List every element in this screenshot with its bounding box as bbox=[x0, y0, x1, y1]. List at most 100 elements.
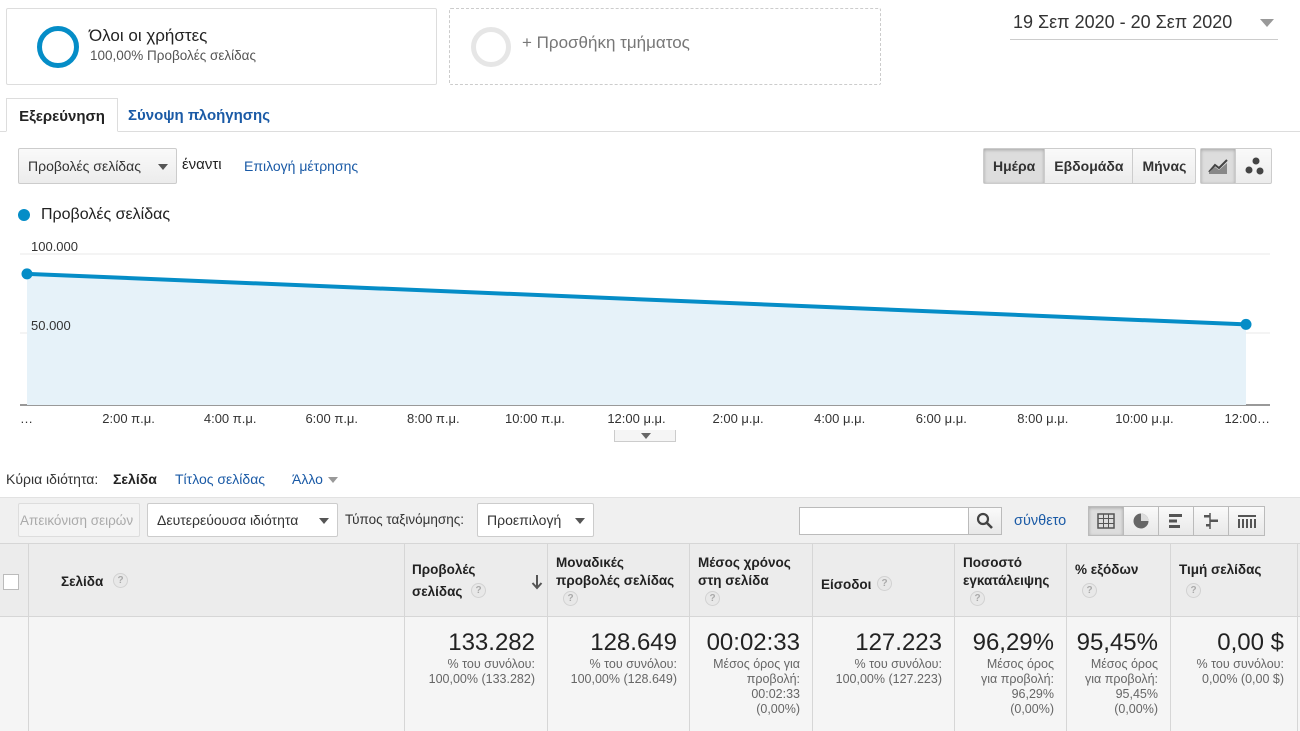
chevron-down-icon bbox=[575, 518, 585, 524]
secondary-dimension-label: Δευτερεύουσα ιδιότητα bbox=[157, 512, 299, 528]
chart-type-group bbox=[1200, 148, 1272, 184]
table-search-input[interactable] bbox=[799, 507, 969, 535]
chevron-down-icon bbox=[158, 164, 168, 170]
segment-subtitle: 100,00% Προβολές σελίδας bbox=[90, 48, 256, 63]
help-icon[interactable]: ? bbox=[471, 583, 486, 598]
column-header-entrances[interactable]: Είσοδοι bbox=[821, 576, 871, 594]
column-header-exit[interactable]: % εξόδων bbox=[1075, 561, 1138, 579]
date-range-picker[interactable]: 19 Σεπ 2020 - 20 Σεπ 2020 bbox=[1013, 12, 1232, 33]
total-bounce-sub2: για προβολή: bbox=[981, 672, 1054, 686]
help-icon[interactable]: ? bbox=[705, 591, 720, 606]
total-bounce-sub1: Μέσος όρος bbox=[986, 657, 1054, 671]
total-exit-sub3: 95,45% bbox=[1115, 687, 1158, 701]
x-tick-label: 2:00 π.μ. bbox=[102, 411, 155, 426]
advanced-filter-link[interactable]: σύνθετο bbox=[1014, 513, 1066, 529]
x-tick-label: … bbox=[20, 411, 33, 426]
col-divider bbox=[547, 543, 548, 731]
total-pageviews-sub2: 100,00% (133.282) bbox=[428, 672, 535, 686]
total-page-value: 0,00 $ bbox=[1217, 629, 1284, 656]
tab-explorer[interactable]: Εξερεύνηση bbox=[6, 98, 118, 132]
sort-descending-icon[interactable] bbox=[531, 574, 543, 590]
x-tick-label: 6:00 μ.μ. bbox=[916, 411, 967, 426]
week-button[interactable]: Εβδομάδα bbox=[1045, 149, 1134, 183]
chevron-down-icon bbox=[328, 477, 338, 483]
series-area-fill bbox=[27, 273, 1246, 405]
primary-dimension-page[interactable]: Σελίδα bbox=[113, 471, 157, 487]
plot-rows-button[interactable]: Απεικόνιση σειρών bbox=[18, 503, 140, 537]
secondary-dimension-select[interactable]: Δευτερεύουσα ιδιότητα bbox=[147, 503, 338, 537]
y-tick-label: 100.000 bbox=[31, 239, 78, 254]
total-pageviews-sub: % του συνόλου: 100,00% (133.282) bbox=[429, 657, 535, 687]
segment-color-ring bbox=[37, 26, 79, 68]
help-icon[interactable]: ? bbox=[877, 576, 892, 591]
help-icon[interactable]: ? bbox=[1082, 583, 1097, 598]
total-avg-time-sub1: Μέσος όρος για bbox=[713, 657, 800, 671]
primary-dimension-page-title[interactable]: Τίτλος σελίδας bbox=[175, 471, 265, 487]
sort-type-label: Τύπος ταξινόμησης: bbox=[345, 512, 464, 527]
segment-all-users-card[interactable]: Όλοι οι χρήστες 100,00% Προβολές σελίδας bbox=[6, 8, 437, 85]
column-header-bounce-rate[interactable]: Ποσοστό εγκατάλειψης bbox=[963, 554, 1049, 590]
column-header-pageviews[interactable]: Προβολές σελίδας bbox=[412, 561, 475, 601]
tab-navigation-summary[interactable]: Σύνοψη πλοήγησης bbox=[128, 98, 270, 132]
total-unique-pageviews: 128.649 bbox=[590, 629, 677, 656]
data-point bbox=[1240, 318, 1252, 330]
col-divider bbox=[1066, 543, 1067, 731]
column-header-pageviews-line2: σελίδας bbox=[412, 584, 463, 599]
help-icon[interactable]: ? bbox=[563, 591, 578, 606]
col-divider bbox=[404, 543, 405, 731]
chart-collapse-toggle[interactable] bbox=[614, 430, 676, 442]
total-exit-sub2: για προβολή: bbox=[1085, 672, 1158, 686]
performance-view-icon[interactable] bbox=[1159, 507, 1194, 535]
pie-view-icon[interactable] bbox=[1124, 507, 1159, 535]
column-header-avg-time[interactable]: Μέσος χρόνος στη σελίδα bbox=[698, 554, 791, 590]
help-icon[interactable]: ? bbox=[113, 573, 128, 588]
total-unique-sub: % του συνόλου: 100,00% (128.649) bbox=[571, 657, 677, 687]
segment-title: Όλοι οι χρήστες bbox=[89, 26, 208, 45]
total-avg-time-sub3: 00:02:33 bbox=[751, 687, 800, 701]
total-page-value-sub2: 0,00% (0,00 $) bbox=[1202, 672, 1284, 686]
table-view-icon[interactable] bbox=[1089, 507, 1124, 535]
total-entrances: 127.223 bbox=[855, 629, 942, 656]
col-divider bbox=[689, 543, 690, 731]
x-tick-label: 8:00 π.μ. bbox=[407, 411, 460, 426]
help-icon[interactable]: ? bbox=[1186, 583, 1201, 598]
col-divider bbox=[812, 543, 813, 731]
select-metric-link[interactable]: Επιλογή μέτρησης bbox=[244, 158, 358, 174]
total-bounce-sub4: (0,00%) bbox=[1010, 702, 1054, 716]
pivot-view-icon[interactable] bbox=[1229, 507, 1264, 535]
versus-label: έναντι bbox=[182, 156, 222, 173]
total-bounce-sub3: 96,29% bbox=[1011, 687, 1054, 701]
metric-select[interactable]: Προβολές σελίδας bbox=[18, 148, 177, 184]
column-header-page[interactable]: Σελίδα bbox=[61, 573, 103, 591]
column-header-page-value[interactable]: Τιμή σελίδας bbox=[1179, 561, 1261, 579]
motion-chart-icon[interactable] bbox=[1236, 149, 1271, 183]
chevron-down-icon[interactable] bbox=[1260, 19, 1274, 27]
comparison-view-icon[interactable] bbox=[1194, 507, 1229, 535]
sort-type-value: Προεπιλογή bbox=[487, 512, 562, 528]
help-icon[interactable]: ? bbox=[970, 591, 985, 606]
chevron-down-icon bbox=[319, 518, 329, 524]
x-tick-label: 8:00 μ.μ. bbox=[1017, 411, 1068, 426]
month-button[interactable]: Μήνας bbox=[1133, 149, 1195, 183]
search-button[interactable] bbox=[969, 507, 1002, 535]
select-all-checkbox[interactable] bbox=[3, 574, 19, 590]
x-tick-label: 10:00 π.μ. bbox=[505, 411, 565, 426]
total-exit: 95,45% bbox=[1076, 629, 1158, 656]
x-tick-label: 2:00 μ.μ. bbox=[713, 411, 764, 426]
day-button[interactable]: Ημέρα bbox=[984, 149, 1046, 183]
primary-dimension-other[interactable]: Άλλο bbox=[292, 471, 323, 487]
column-header-unique-pageviews[interactable]: Μοναδικές προβολές σελίδας bbox=[556, 554, 674, 590]
line-chart-icon[interactable] bbox=[1201, 149, 1236, 183]
col-divider bbox=[954, 543, 955, 731]
table-view-group bbox=[1088, 506, 1265, 536]
column-header-bounce-line2: εγκατάλειψης bbox=[963, 573, 1050, 588]
total-entrances-sub2: 100,00% (127.223) bbox=[835, 672, 942, 686]
add-segment-card[interactable]: + Προσθήκη τμήματος bbox=[449, 8, 881, 85]
column-header-avg-time-line2: στη σελίδα bbox=[698, 573, 769, 588]
legend-series-dot bbox=[18, 209, 30, 221]
column-header-unique-line1: Μοναδικές bbox=[556, 555, 624, 570]
total-unique-sub2: 100,00% (128.649) bbox=[570, 672, 677, 686]
sort-type-select[interactable]: Προεπιλογή bbox=[477, 503, 594, 537]
total-entrances-sub1: % του συνόλου: bbox=[854, 657, 942, 671]
col-divider bbox=[1170, 543, 1171, 731]
